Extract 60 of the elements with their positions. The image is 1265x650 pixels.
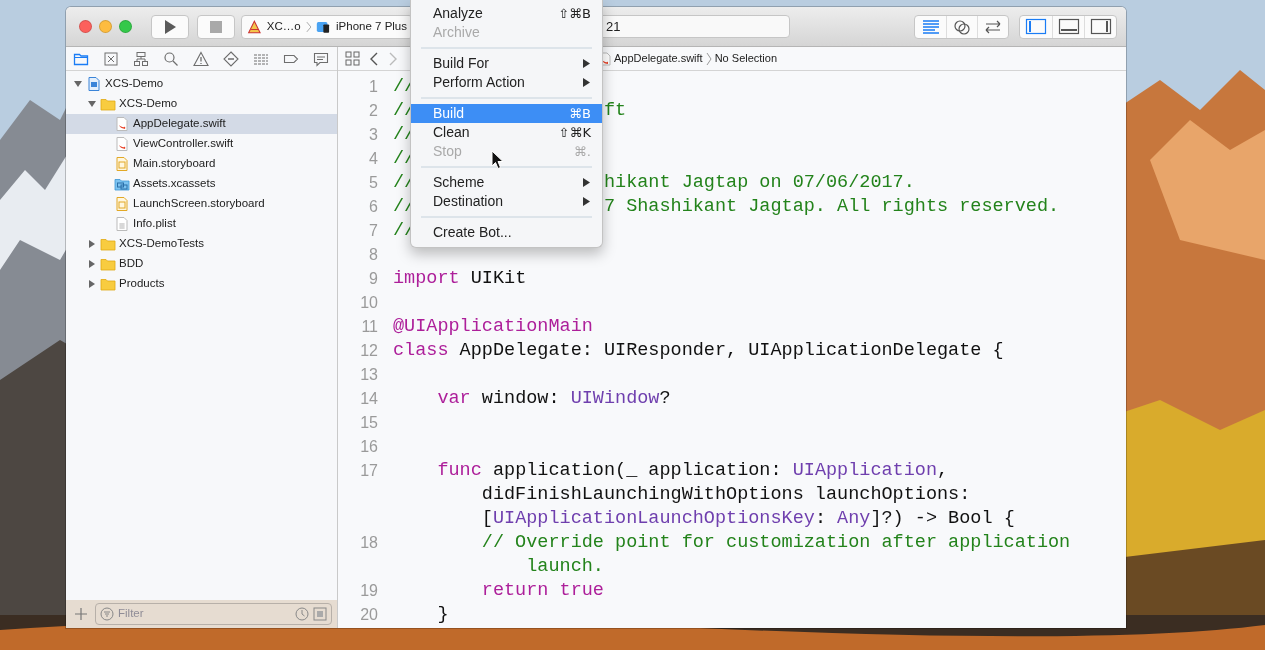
- keyboard-shortcut: ⇧⌘K: [558, 123, 591, 142]
- line-number: 17: [359, 461, 378, 481]
- line-number: 13: [359, 365, 378, 385]
- tree-item[interactable]: XCS-Demo: [66, 94, 337, 114]
- code-line: @UIApplicationMain: [393, 315, 593, 340]
- keyboard-shortcut: ⌘.: [573, 142, 591, 161]
- tree-item[interactable]: Main.storyboard: [66, 154, 337, 174]
- tree-item[interactable]: AppDelegate.swift: [66, 114, 337, 134]
- code-line: func application(_ application: UIApplication,: [436, 459, 949, 484]
- line-number: 12: [359, 341, 378, 361]
- tree-item[interactable]: LaunchScreen.storyboard: [66, 194, 337, 214]
- line-number: 20: [359, 605, 378, 625]
- menu-item[interactable]: Create Bot...: [411, 223, 602, 242]
- line-number: 1: [368, 77, 378, 97]
- line-number: 3: [368, 125, 378, 145]
- code-line: didFinishLaunchingWithOptions launchOptions:: [480, 483, 971, 508]
- code-fragment: 7 Shashikant Jagtap. All rights reserved.: [603, 195, 1060, 220]
- line-number: 9: [368, 269, 378, 289]
- line-number: 4: [368, 149, 378, 169]
- line-number: 11: [360, 317, 378, 337]
- line-number: 7: [368, 221, 378, 241]
- code-line: var window: UIWindow?: [436, 387, 671, 412]
- keyboard-shortcut: ⌘B: [569, 104, 591, 123]
- tree-item[interactable]: Assets.xcassets: [66, 174, 337, 194]
- line-number: 10: [359, 293, 378, 313]
- menu-item[interactable]: Scheme: [411, 173, 602, 192]
- line-number: 15: [359, 413, 378, 433]
- filter-field[interactable]: Filter: [95, 603, 332, 625]
- tree-item[interactable]: XCS-DemoTests: [66, 234, 337, 254]
- menu-item[interactable]: Clean ⇧⌘K: [411, 123, 602, 142]
- scheme-selector[interactable]: XC…o iPhone 7 Plus: [241, 14, 413, 39]
- line-number: 5: [368, 173, 378, 193]
- tree-item[interactable]: XCS-Demo: [66, 74, 337, 94]
- tree-item[interactable]: BDD: [66, 254, 337, 274]
- code-fragment: ft: [603, 99, 627, 124]
- line-number: 8: [368, 245, 378, 265]
- breadcrumb-item[interactable]: AppDelegate.swift: [614, 50, 703, 67]
- line-number: 14: [359, 389, 378, 409]
- tree-item[interactable]: Products: [66, 274, 337, 294]
- line-number: 2: [368, 101, 378, 121]
- code-line: return true: [480, 579, 604, 604]
- code-line: // Override point for customization after application: [480, 531, 1071, 556]
- code-line: }: [436, 603, 449, 628]
- line-number: 19: [359, 581, 378, 601]
- code-line: launch.: [525, 555, 604, 580]
- code-line: import UIKit: [393, 267, 527, 292]
- line-number: 18: [359, 533, 378, 553]
- line-number: 16: [359, 437, 378, 457]
- code-fragment: hikant Jagtap on 07/06/2017.: [603, 171, 915, 196]
- scheme-name: XC…o: [266, 18, 301, 34]
- breadcrumb-item[interactable]: No Selection: [714, 50, 778, 67]
- device-name: iPhone 7 Plus: [336, 18, 407, 34]
- menu-item[interactable]: Perform Action: [411, 73, 602, 92]
- code-line: [UIApplicationLaunchOptionsKey: Any]?) -> Bool {: [480, 507, 1015, 532]
- tree-item[interactable]: ViewController.swift: [66, 134, 337, 154]
- code-line: class AppDelegate: UIResponder, UIApplicationDelegate {: [393, 339, 1004, 364]
- menu-item[interactable]: Build For: [411, 54, 602, 73]
- line-number: 6: [368, 197, 378, 217]
- menu-item[interactable]: Destination: [411, 192, 602, 211]
- tree-item[interactable]: Info.plist: [66, 214, 337, 234]
